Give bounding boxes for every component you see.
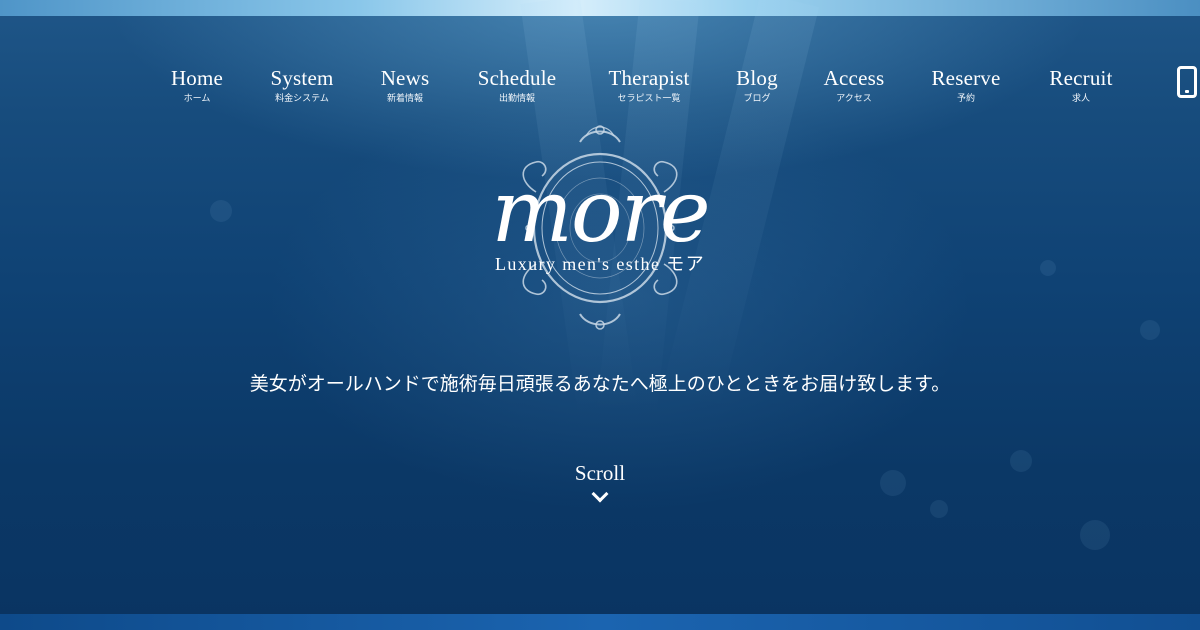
bokeh-light [880,470,906,496]
chevron-down-icon [591,485,609,503]
scroll-label: Scroll [574,461,626,485]
nav-item-label: Schedule [477,66,557,90]
logo-subtitle: Luxury men's esthe モア [494,254,706,274]
nav-item-access[interactable]: Access アクセス [824,64,885,105]
bottom-band [0,614,1200,630]
nav-item-sublabel: ブログ [743,94,771,104]
nav-item-therapist[interactable]: Therapist セラピスト一覧 [608,64,689,105]
nav-item-sublabel: 出勤情報 [498,94,536,104]
bokeh-light [1080,520,1110,550]
nav-item-sublabel: アクセス [836,94,872,104]
nav-item-system[interactable]: System 料金システム [270,64,333,105]
nav-item-blog[interactable]: Blog ブログ [736,64,778,105]
hero-tagline: 美女がオールハンドで施術毎日頑張るあなたへ極上のひとときをお届け致します。 [249,373,951,395]
nav-item-label: Therapist [608,66,690,90]
nav-item-label: News [380,66,430,90]
nav-item-sublabel: 予約 [956,94,976,104]
nav-item-news[interactable]: News 新着情報 [381,64,430,105]
nav-item-label: Blog [736,66,778,90]
bokeh-light [1140,320,1160,340]
nav-item-label: Home [170,66,224,90]
nav-item-sublabel: ホーム [183,94,211,104]
nav-item-sublabel: セラピスト一覧 [617,94,681,104]
nav-item-label: Recruit [1049,66,1113,90]
scroll-button[interactable]: Scroll [540,460,660,503]
bokeh-light [930,500,948,518]
nav-item-sublabel: 求人 [1071,94,1090,104]
nav-item-sublabel: 新着情報 [386,94,423,104]
bokeh-light [1040,260,1056,276]
site-logo[interactable]: more Luxury men's esthe モア [440,122,760,332]
bokeh-light [210,200,232,222]
nav-item-recruit[interactable]: Recruit 求人 [1049,64,1112,105]
water-surface [0,0,1200,16]
smartphone-icon[interactable] [1177,66,1197,98]
main-nav: Home ホーム System 料金システム News 新着情報 Schedul… [140,64,1140,112]
nav-item-label: Reserve [931,66,1001,90]
nav-item-reserve[interactable]: Reserve 予約 [931,64,1000,105]
nav-item-sublabel: 料金システム [275,94,329,104]
bokeh-light [1010,450,1032,472]
nav-item-schedule[interactable]: Schedule 出勤情報 [478,64,557,105]
logo-wordmark: more [491,162,710,262]
nav-item-home[interactable]: Home ホーム [171,64,223,105]
nav-item-label: Access [823,66,885,90]
nav-item-label: System [270,66,334,90]
